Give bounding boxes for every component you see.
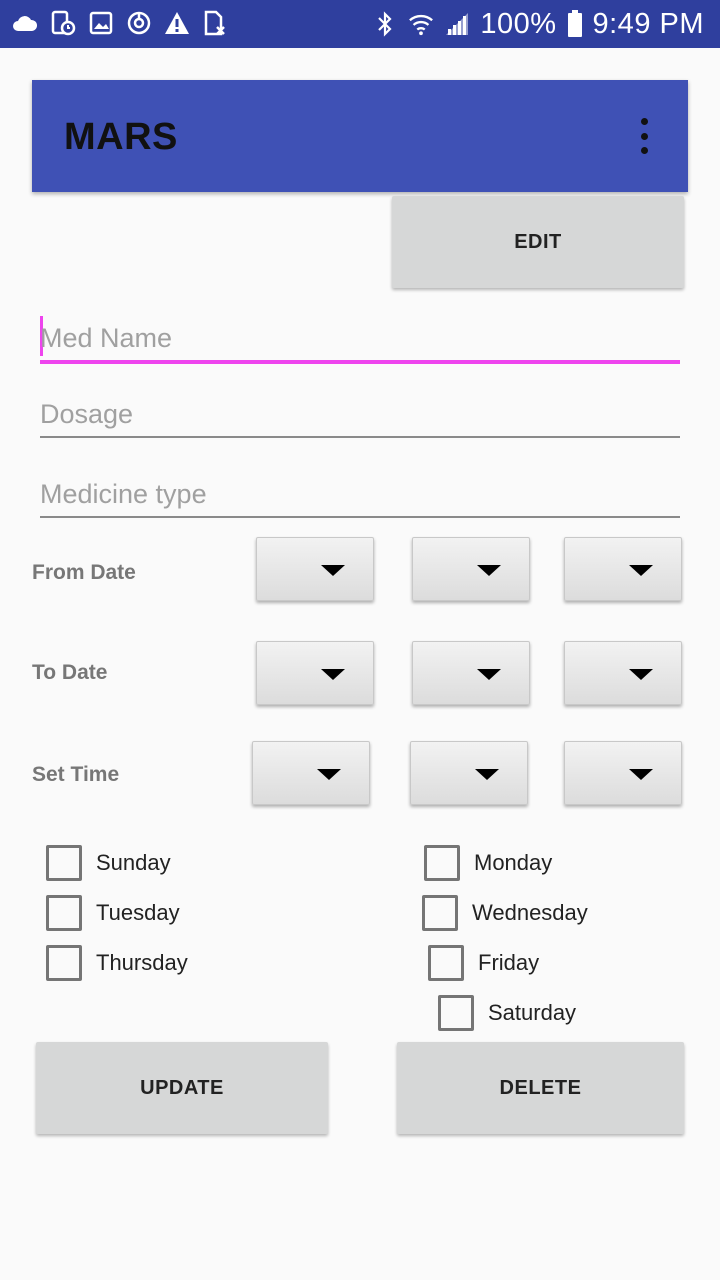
to-date-spinner-3[interactable] xyxy=(564,641,682,705)
status-bar: 100% 9:49 PM xyxy=(0,0,720,48)
dropdown-arrow-icon xyxy=(477,669,501,680)
checkbox-monday[interactable]: Monday xyxy=(424,845,552,881)
dosage-field[interactable] xyxy=(40,386,680,438)
edit-button[interactable]: EDIT xyxy=(392,196,684,288)
checkbox-label: Saturday xyxy=(488,1000,577,1025)
med-name-field[interactable] xyxy=(40,310,680,364)
to-date-spinner-2[interactable] xyxy=(412,641,530,705)
dropdown-arrow-icon xyxy=(321,565,345,576)
set-time-spinner-2[interactable] xyxy=(410,741,528,805)
dosage-input[interactable] xyxy=(40,399,680,430)
checkbox-box[interactable] xyxy=(46,895,82,931)
dropdown-arrow-icon xyxy=(629,769,653,780)
from-date-spinner-1[interactable] xyxy=(256,537,374,601)
set-time-spinner-3[interactable] xyxy=(564,741,682,805)
checkbox-box[interactable] xyxy=(46,845,82,881)
from-date-spinner-3[interactable] xyxy=(564,537,682,601)
checkbox-box[interactable] xyxy=(422,895,458,931)
checkbox-wednesday[interactable]: Wednesday xyxy=(422,895,588,931)
phone-clock-icon xyxy=(50,10,76,36)
checkbox-tuesday[interactable]: Tuesday xyxy=(46,895,180,931)
sync-icon xyxy=(126,10,152,36)
checkbox-label: Monday xyxy=(474,850,553,875)
sim-x-icon xyxy=(202,10,228,36)
med-name-input[interactable] xyxy=(40,323,680,354)
checkbox-box[interactable] xyxy=(46,945,82,981)
checkbox-thursday[interactable]: Thursday xyxy=(46,945,188,981)
checkbox-sunday[interactable]: Sunday xyxy=(46,845,171,881)
checkbox-friday[interactable]: Friday xyxy=(428,945,539,981)
dropdown-arrow-icon xyxy=(321,669,345,680)
checkbox-label: Thursday xyxy=(96,950,188,975)
dropdown-arrow-icon xyxy=(475,769,499,780)
dropdown-arrow-icon xyxy=(317,769,341,780)
dropdown-arrow-icon xyxy=(477,565,501,576)
overflow-menu-icon[interactable] xyxy=(636,118,652,154)
set-time-label: Set Time xyxy=(32,763,120,786)
checkbox-box[interactable] xyxy=(428,945,464,981)
checkbox-saturday[interactable]: Saturday xyxy=(438,995,576,1031)
warning-icon xyxy=(164,10,190,36)
wifi-icon xyxy=(408,11,434,37)
battery-percent: 100% xyxy=(480,7,557,40)
from-date-spinner-2[interactable] xyxy=(412,537,530,601)
dropdown-arrow-icon xyxy=(629,565,653,576)
medicine-type-field[interactable] xyxy=(40,466,680,518)
clock: 9:49 PM xyxy=(592,7,704,40)
app-title: MARS xyxy=(64,116,178,158)
checkbox-label: Tuesday xyxy=(96,900,180,925)
to-date-spinner-1[interactable] xyxy=(256,641,374,705)
bluetooth-icon xyxy=(372,11,398,37)
signal-icon xyxy=(444,11,470,37)
set-time-spinner-1[interactable] xyxy=(252,741,370,805)
delete-button[interactable]: DELETE xyxy=(397,1042,684,1134)
to-date-label: To Date xyxy=(32,661,108,684)
checkbox-label: Sunday xyxy=(96,850,171,875)
checkbox-label: Wednesday xyxy=(472,900,588,925)
app-bar: MARS xyxy=(32,80,688,192)
checkbox-box[interactable] xyxy=(424,845,460,881)
medicine-type-input[interactable] xyxy=(40,479,680,510)
cloud-icon xyxy=(12,10,38,36)
checkbox-label: Friday xyxy=(478,950,540,975)
dropdown-arrow-icon xyxy=(629,669,653,680)
update-button[interactable]: UPDATE xyxy=(36,1042,328,1134)
battery-icon xyxy=(567,10,583,37)
from-date-label: From Date xyxy=(32,561,136,584)
image-icon xyxy=(88,10,114,36)
checkbox-box[interactable] xyxy=(438,995,474,1031)
